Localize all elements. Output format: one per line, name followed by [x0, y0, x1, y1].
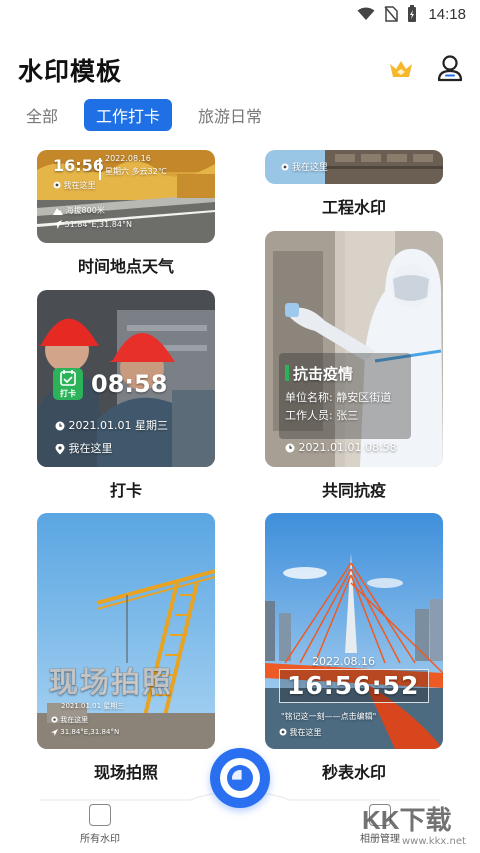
status-time: 14:18 [428, 5, 466, 23]
weather-weekday: 星期六 多云32℃ [105, 167, 167, 176]
epidemic-staff: 工作人员: 张三 [285, 409, 359, 422]
card-label-site-photo[interactable]: 现场拍照 [37, 759, 215, 783]
checkin-date: 2021.01.01 星期三 [55, 417, 168, 433]
wifi-icon [357, 7, 375, 20]
location-pin-icon [281, 163, 289, 171]
compass-icon [51, 728, 58, 736]
crown-icon [390, 61, 412, 77]
template-card-site-photo[interactable]: 现场拍照 2021.01.01 星期三 我在这里 31.84°E,31.84°N [37, 513, 215, 749]
card-label-stopwatch[interactable]: 秒表水印 [265, 759, 443, 783]
card-label-epidemic[interactable]: 共同抗疫 [265, 477, 443, 501]
user-icon [437, 55, 463, 82]
user-profile-button[interactable] [434, 52, 466, 84]
camera-icon [220, 758, 260, 798]
stopwatch-location: 我在这里 [279, 727, 322, 738]
image-icon [89, 804, 111, 826]
compass-icon [53, 220, 62, 229]
epidemic-unit: 单位名称: 静安区街道 [285, 391, 392, 404]
header: 水印模板 [0, 48, 480, 92]
kkx-logo: KK下载 [362, 805, 452, 835]
location-pin-icon [51, 716, 58, 723]
page-title: 水印模板 [18, 57, 123, 86]
weather-coords: 31.84°E,31.84°N [53, 220, 132, 229]
stopwatch-caption: "铭记这一刻——点击编辑" [281, 712, 377, 721]
site-photo-title: 现场拍照 [48, 665, 174, 700]
epidemic-heading-bar [285, 365, 289, 381]
engineering-location: 我在这里 [281, 160, 328, 173]
epidemic-heading: 抗击疫情 [293, 365, 354, 383]
mountain-icon [53, 207, 63, 215]
tab-work-checkin[interactable]: 工作打卡 [84, 99, 173, 131]
stopwatch-date: 2022.08.16 [312, 655, 375, 668]
checkin-time: 08:58 [91, 370, 168, 398]
weather-date: 2022.08.16 [105, 154, 151, 163]
battery-charging-icon [408, 5, 417, 22]
construction-crane-image [37, 513, 215, 749]
weather-altitude: 海拔800米 [53, 205, 105, 216]
calendar-check-icon [60, 370, 76, 386]
checkin-location: 我在这里 [55, 440, 113, 456]
location-pin-icon [279, 728, 287, 736]
stopwatch-time: 16:56:52 [287, 671, 420, 700]
template-card-stopwatch[interactable]: 2022.08.16 16:56:52 "铭记这一刻——点击编辑" 我在这里 [265, 513, 443, 749]
tab-travel-daily[interactable]: 旅游日常 [186, 99, 274, 131]
site-photo-location: 我在这里 [51, 715, 88, 725]
template-card-weather[interactable]: 16:56 2022.08.16 星期六 多云32℃ 我在这里 海拔800米 3… [37, 150, 215, 243]
checkin-badge: 打卡 [53, 368, 83, 400]
site-photo-coords: 31.84°E,31.84°N [51, 728, 119, 736]
card-label-checkin[interactable]: 打卡 [37, 477, 215, 501]
location-pin-icon [55, 443, 65, 454]
template-card-epidemic[interactable]: 抗击疫情 单位名称: 静安区街道 工作人员: 张三 2021.01.01 08:… [265, 231, 443, 467]
category-tabs: 全部 工作打卡 旅游日常 [14, 98, 274, 132]
camera-shutter-button[interactable] [210, 748, 270, 808]
kkx-watermark: KK下载 www.kkx.net [362, 800, 474, 850]
weather-location: 我在这里 [53, 180, 96, 191]
location-pin-icon [53, 181, 61, 189]
template-card-checkin[interactable]: 打卡 08:58 2021.01.01 星期三 我在这里 [37, 290, 215, 467]
site-photo-date: 2021.01.01 星期三 [61, 702, 125, 710]
template-card-engineering[interactable]: 我在这里 [265, 150, 443, 184]
epidemic-datetime: 2021.01.01 08:58 [285, 441, 397, 454]
status-bar: 14:18 [0, 0, 480, 28]
tab-all[interactable]: 全部 [14, 99, 70, 131]
clock-icon [285, 443, 295, 453]
template-grid: 16:56 2022.08.16 星期六 多云32℃ 我在这里 海拔800米 3… [0, 150, 480, 790]
card-label-weather[interactable]: 时间地点天气 [37, 253, 215, 277]
vip-button[interactable] [386, 54, 416, 84]
card-label-engineering[interactable]: 工程水印 [265, 194, 443, 218]
clock-icon [55, 421, 65, 431]
no-sim-icon [384, 6, 399, 22]
kkx-url: www.kkx.net [402, 836, 466, 847]
checkin-badge-label: 打卡 [60, 389, 76, 398]
nav-all-watermarks-label: 所有水印 [80, 834, 120, 845]
weather-divider [99, 158, 101, 180]
weather-time: 16:56 [53, 156, 104, 175]
nav-all-watermarks[interactable]: 所有水印 [60, 804, 140, 845]
